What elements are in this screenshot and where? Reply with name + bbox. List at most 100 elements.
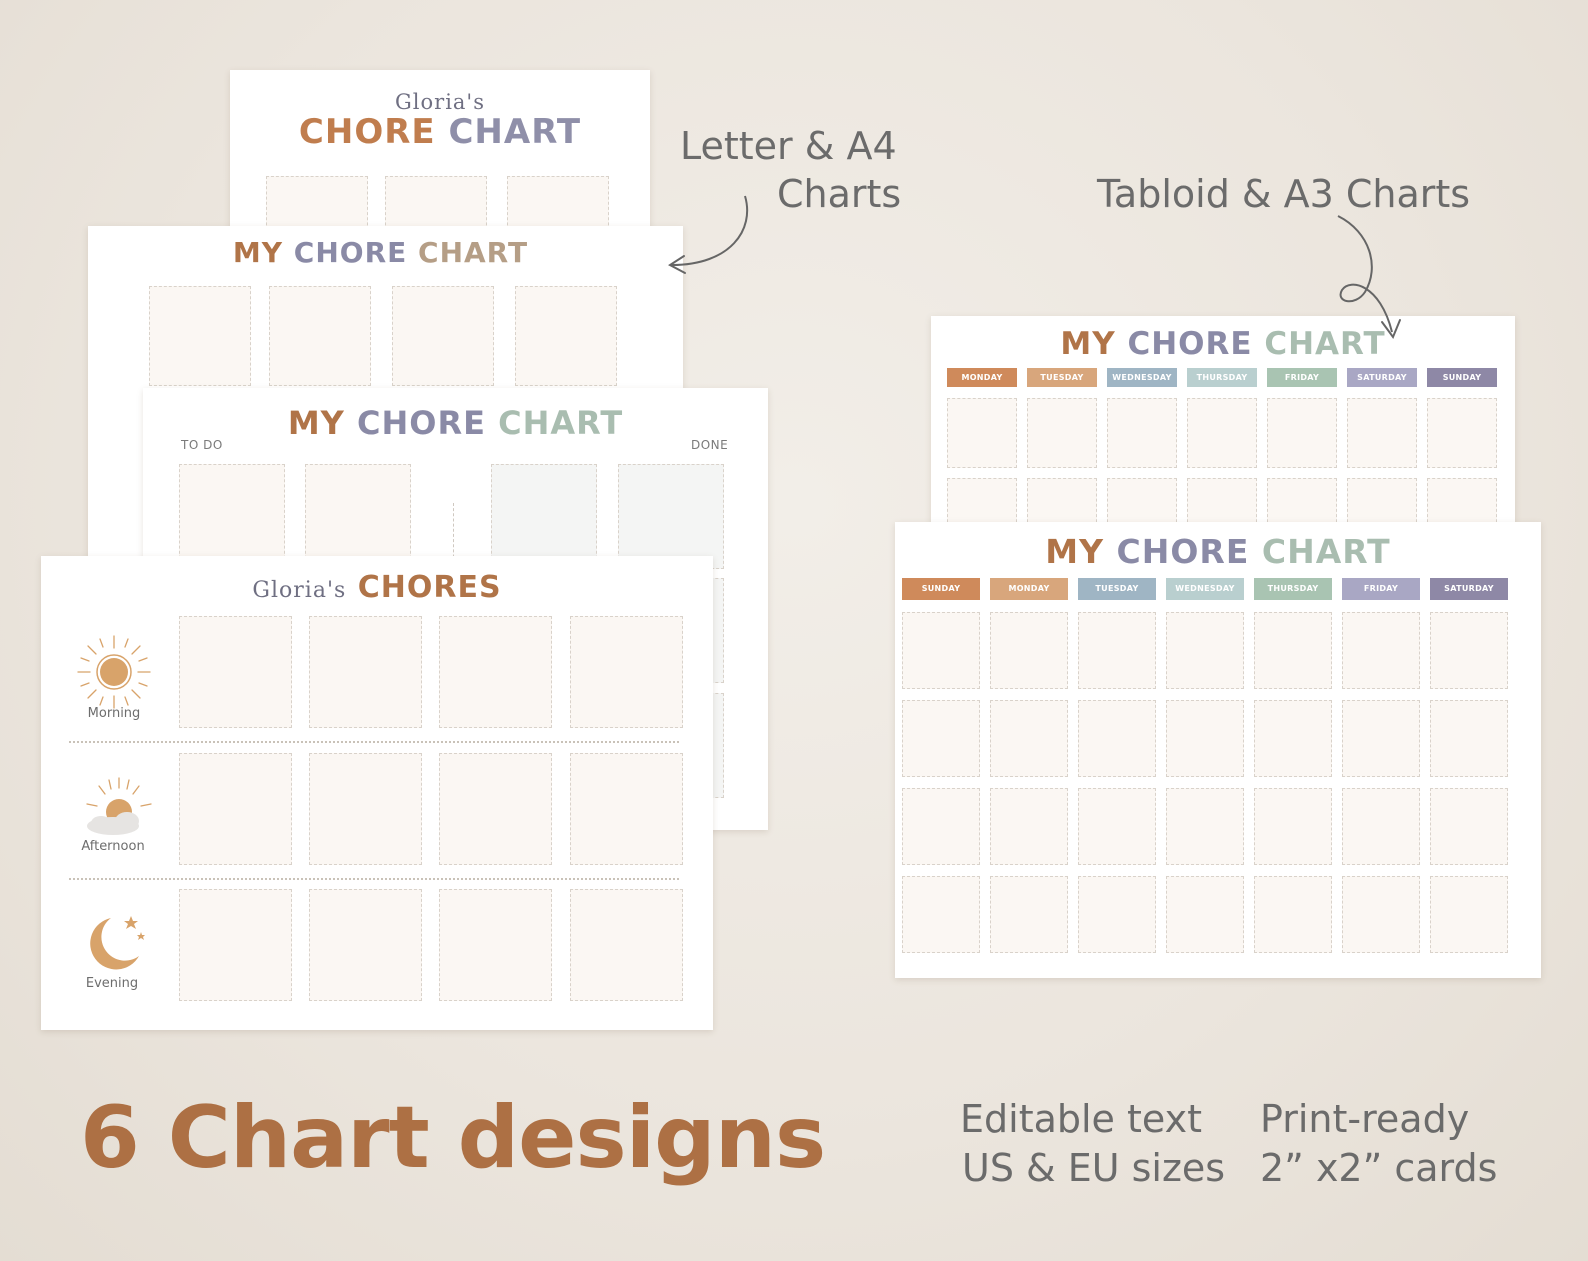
day-header-saturday: SATURDAY [1430,578,1508,600]
card-slot [1107,398,1177,468]
card-slot [179,753,292,865]
time-label-evening: Evening [85,976,139,991]
day-header-sunday: SUNDAY [902,578,980,600]
card-slot [1430,788,1508,865]
card-slot [309,753,422,865]
card-slot [990,700,1068,777]
card-slot [1430,612,1508,689]
sheet5-title-word-1: MY [1060,326,1116,362]
card-slot [179,464,285,569]
card-slot [305,464,411,569]
sheet2-title-word-2: CHORE [293,236,408,269]
day-header-monday: MONDAY [990,578,1068,600]
day-header-tuesday: TUESDAY [1027,368,1097,387]
sheet3-title: MY CHORE CHART [143,404,768,442]
sheet1-name: Gloria's [395,90,485,114]
day-header-wednesday: WEDNESDAY [1166,578,1244,600]
sheet1-title-word-2: CHART [448,112,582,152]
card-slot [618,464,724,569]
card-slot [1078,612,1156,689]
time-label-afternoon: Afternoon [81,839,145,854]
sheet3-title-word-1: MY [287,404,345,442]
sheet4-name: Gloria's [252,578,347,603]
card-slot [439,616,552,728]
card-slot [1347,398,1417,468]
sheet3-title-word-3: CHART [498,404,624,442]
card-slot [1078,700,1156,777]
card-slot [515,286,617,386]
card-slot [1166,788,1244,865]
moon-stars-icon [90,916,145,970]
day-header-thursday: THURSDAY [1254,578,1332,600]
card-slot [947,478,1017,526]
day-header-tuesday: TUESDAY [1078,578,1156,600]
card-slot [149,286,251,386]
sheet4-title: Gloria's CHORES [41,570,713,605]
card-slot [1347,478,1417,526]
row-divider [69,878,679,880]
annotation-tabloid-a3: Tabloid & A3 Charts [1097,172,1471,216]
curved-arrow-icon [668,195,749,274]
feature-editable-text: Editable text [960,1097,1203,1141]
chart-sheet-gloria-chore-chart: Gloria's CHORE CHART [230,70,650,240]
sheet6-title-word-3: CHART [1261,532,1391,571]
day-header-friday: FRIDAY [1342,578,1420,600]
day-header-monday: MONDAY [947,368,1017,387]
day-header-saturday: SATURDAY [1347,368,1417,387]
day-header-sunday: SUNDAY [1427,368,1497,387]
card-slot [1427,398,1497,468]
annotation-letter-a4-line1: Letter & A4 [680,124,897,168]
card-slot [570,889,683,1001]
card-slot [1254,788,1332,865]
card-slot [902,700,980,777]
card-slot [1107,478,1177,526]
card-slot [1166,876,1244,953]
card-slot [947,398,1017,468]
card-slot [1342,788,1420,865]
card-slot [990,788,1068,865]
card-slot [1078,876,1156,953]
card-slot [1430,876,1508,953]
card-slot [902,876,980,953]
card-slot [990,876,1068,953]
card-slot [439,753,552,865]
sheet1-title-word-1: CHORE [298,112,436,152]
row-divider [69,741,679,743]
card-slot [1078,788,1156,865]
card-slot [1027,478,1097,526]
card-slot [1187,478,1257,526]
sheet4-title-word: CHORES [357,570,502,605]
annotation-letter-a4-line2: Charts [777,172,902,216]
day-header-friday: FRIDAY [1267,368,1337,387]
card-slot [1430,700,1508,777]
card-slot [1267,398,1337,468]
card-slot [1342,876,1420,953]
card-slot [1254,700,1332,777]
done-label: DONE [691,438,729,452]
headline: 6 Chart designs [80,1088,826,1188]
card-slot [1187,398,1257,468]
sheet1-title: CHORE CHART [230,112,650,152]
card-slot [179,889,292,1001]
feature-us-eu-sizes: US & EU sizes [962,1146,1226,1190]
card-slot [1027,398,1097,468]
card-slot [309,889,422,1001]
chart-sheet-gloria-chores-daily: Gloria's CHORES Morning Afternoon Evenin… [41,556,713,1030]
card-slot [1254,876,1332,953]
card-slot [309,616,422,728]
card-slot [902,612,980,689]
card-slot [990,612,1068,689]
todo-label: TO DO [181,438,223,452]
card-slot [269,286,371,386]
feature-card-size: 2” x2” cards [1260,1146,1498,1190]
time-label-morning: Morning [87,706,141,721]
card-slot [1342,700,1420,777]
chart-sheet-weekly-sunday: MY CHORE CHART SUNDAY MONDAY TUESDAY WEDNES… [895,522,1541,978]
sun-cloud-icon [86,777,152,835]
day-header-thursday: THURSDAY [1187,368,1257,387]
sheet5-title-word-2: CHORE [1127,326,1253,362]
sun-icon [77,635,151,709]
sheet6-title: MY CHORE CHART [895,532,1541,571]
card-slot [1342,612,1420,689]
card-slot [392,286,494,386]
